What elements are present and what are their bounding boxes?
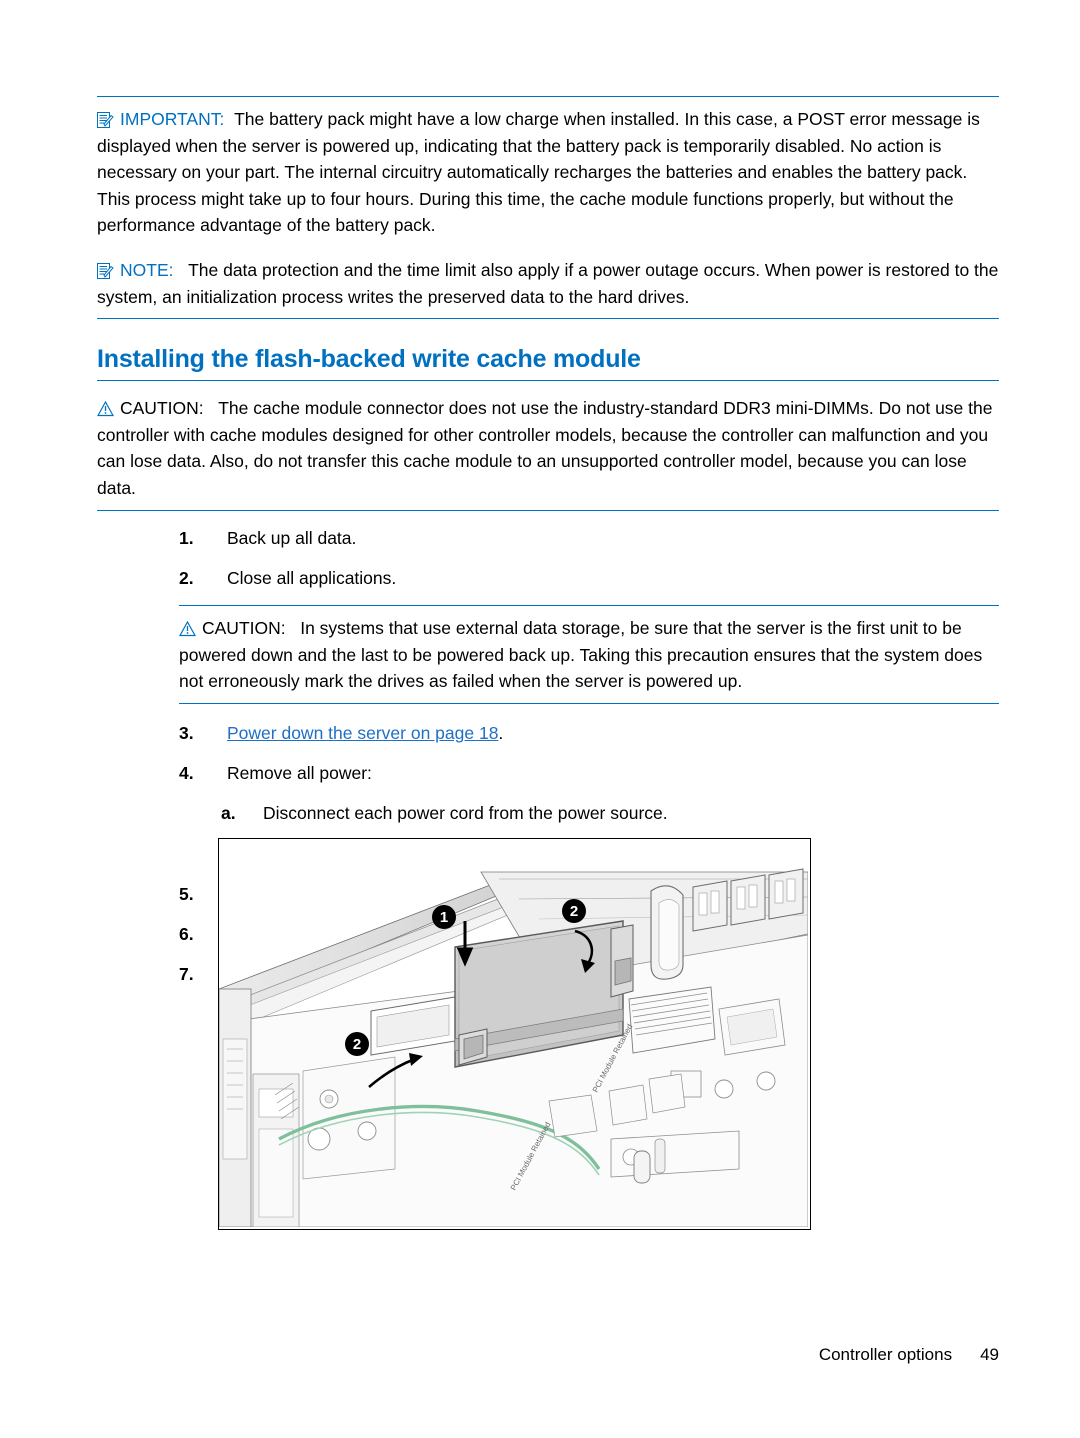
footer-section: Controller options [818, 1345, 953, 1364]
admonition-caution-1: CAUTION: The cache module connector does… [96, 395, 999, 511]
page-title: Installing the flash-backed write cache … [97, 345, 641, 374]
admonition-important: IMPORTANT: The battery pack might have a… [97, 96, 999, 245]
admonition-important-label: IMPORTANT: [120, 109, 225, 129]
admonition-important-body: IMPORTANT: The battery pack might have a… [97, 97, 999, 245]
step-number: 1. [179, 527, 194, 548]
admonition-note-body: NOTE: The data protection and the time l… [97, 255, 999, 318]
list-item: 4. Remove all power: [97, 760, 999, 786]
note-icon [97, 260, 114, 279]
callout-2-right: 2 [562, 899, 586, 923]
svg-text:1: 1 [440, 909, 448, 926]
link-power-down-server[interactable]: Power down the server on page 18 [227, 723, 498, 743]
step-number: 4. [179, 763, 194, 784]
list-item: 2. Close all applications. [97, 565, 999, 591]
note-icon [97, 109, 114, 128]
list-item: 3. Power down the server on page 18. [97, 720, 999, 746]
step-text: Back up all data. [227, 527, 357, 548]
admonition-caution-2: CAUTION: In systems that use external da… [178, 605, 999, 704]
list-item: 1. Back up all data. [97, 525, 999, 551]
warning-triangle-icon [96, 398, 115, 417]
admonition-caution-1-body: CAUTION: The cache module connector does… [96, 395, 999, 509]
admonition-caution-1-text: The cache module connector does not use … [97, 398, 993, 498]
rule-bottom [179, 702, 999, 704]
step-number: 6. [179, 924, 194, 945]
step-text: Close all applications. [227, 567, 397, 588]
list-item-sub: a. Disconnect each power cord from the p… [97, 800, 999, 826]
step-text-tail: . [498, 722, 504, 743]
svg-text:2: 2 [570, 903, 578, 920]
title-rule [97, 380, 999, 382]
admonition-caution-2-body: CAUTION: In systems that use external da… [178, 606, 999, 703]
callout-1: 1 [432, 905, 456, 929]
procedure-steps-continued: 3. Power down the server on page 18. 4. … [97, 720, 999, 787]
step-number: 3. [179, 722, 194, 743]
rule-bottom [97, 509, 999, 511]
page-footer: Controller options 49 [97, 1345, 999, 1365]
admonition-caution-2-text: In systems that use external data storag… [179, 618, 983, 692]
admonition-caution-2-label: CAUTION: [202, 618, 286, 639]
warning-triangle-icon [178, 618, 197, 637]
admonition-important-text: The battery pack might have a low charge… [97, 109, 980, 236]
step-number: 5. [179, 883, 194, 904]
document-page: IMPORTANT: The battery pack might have a… [0, 0, 1080, 1438]
step-number: 2. [179, 567, 194, 588]
substep-letter: a. [221, 803, 236, 824]
substep-text: Disconnect each power cord from the powe… [263, 803, 668, 824]
svg-text:2: 2 [353, 1036, 361, 1053]
step-number: 7. [179, 964, 194, 985]
rule-bottom [97, 318, 999, 320]
step-text: Remove all power: [227, 763, 372, 784]
footer-page-number: 49 [980, 1345, 999, 1364]
callout-2-left: 2 [345, 1032, 369, 1056]
admonition-note-text: The data protection and the time limit a… [97, 259, 999, 307]
admonition-note-label: NOTE: [120, 259, 174, 280]
procedure-steps: 1. Back up all data. 2. Close all applic… [97, 525, 999, 592]
admonition-note: NOTE: The data protection and the time l… [97, 255, 999, 320]
admonition-caution-1-label: CAUTION: [120, 398, 204, 419]
figure-cache-module-installation: PCI Module Retained PCI Module Retained [218, 838, 811, 1230]
figure-illustration: PCI Module Retained PCI Module Retained [219, 839, 808, 1227]
